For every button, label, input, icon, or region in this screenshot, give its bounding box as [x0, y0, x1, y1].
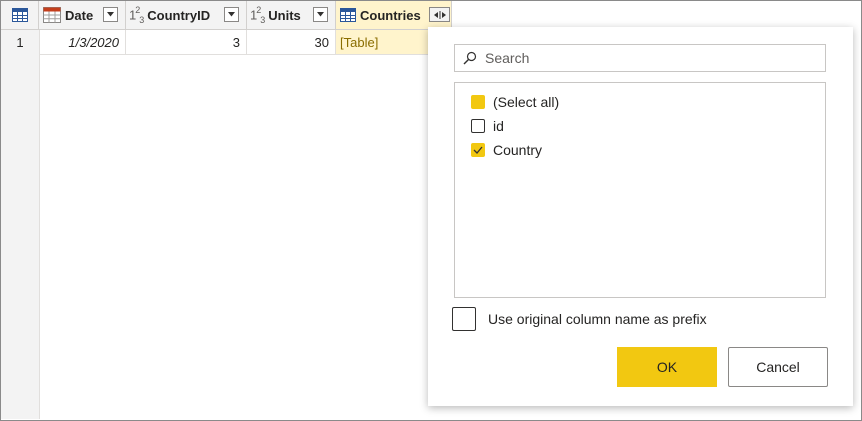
column-list: (Select all) id Country — [454, 82, 826, 298]
chevron-down-icon — [317, 12, 324, 17]
whole-number-icon: 123 — [129, 4, 144, 26]
prefix-option[interactable]: Use original column name as prefix — [452, 306, 707, 332]
table-menu-button[interactable] — [1, 1, 39, 29]
cell-units[interactable]: 30 — [247, 30, 336, 55]
search-box[interactable] — [454, 44, 826, 72]
column-filter-dropdown[interactable] — [103, 7, 118, 22]
list-item-select-all[interactable]: (Select all) — [471, 92, 559, 112]
column-header-units[interactable]: 123 Units — [247, 1, 336, 29]
column-name: Countries — [360, 7, 421, 23]
ok-button[interactable]: OK — [617, 347, 717, 387]
column-name: Units — [268, 7, 301, 23]
column-header-row: Date 123 CountryID 123 Units Countries — [1, 1, 452, 30]
expand-column-button[interactable] — [429, 7, 450, 22]
item-label: (Select all) — [493, 94, 560, 110]
column-header-countries[interactable]: Countries — [336, 1, 452, 29]
calendar-table-icon — [43, 7, 61, 23]
whole-number-icon: 123 — [250, 4, 265, 26]
list-item-id[interactable]: id — [471, 116, 504, 136]
prefix-label: Use original column name as prefix — [488, 311, 707, 327]
column-filter-dropdown[interactable] — [313, 7, 328, 22]
cell-date[interactable]: 1/3/2020 — [39, 30, 126, 55]
table-icon — [11, 8, 28, 22]
row-number-gutter — [1, 1, 40, 419]
item-label: id — [493, 118, 504, 134]
checkbox-checked[interactable] — [471, 143, 485, 157]
chevron-down-icon — [228, 12, 235, 17]
column-name: Date — [65, 7, 94, 23]
search-input[interactable] — [483, 49, 807, 67]
item-label: Country — [493, 142, 543, 158]
column-name: CountryID — [147, 7, 211, 23]
row-number[interactable]: 1 — [1, 30, 39, 55]
table-icon — [340, 8, 356, 22]
checkbox-partial[interactable] — [471, 95, 485, 109]
list-item-country[interactable]: Country — [471, 140, 542, 160]
cell-countryid[interactable]: 3 — [126, 30, 247, 55]
checkmark-icon — [473, 146, 483, 154]
column-header-date[interactable]: Date — [39, 1, 126, 29]
expand-arrows-icon — [433, 10, 446, 19]
cancel-button[interactable]: Cancel — [728, 347, 828, 387]
chevron-down-icon — [107, 12, 114, 17]
column-filter-dropdown[interactable] — [224, 7, 239, 22]
expand-column-popup: (Select all) id Country Use original col… — [428, 27, 853, 406]
prefix-checkbox[interactable] — [452, 307, 476, 331]
column-header-countryid[interactable]: 123 CountryID — [126, 1, 247, 29]
search-icon — [463, 51, 477, 65]
checkbox-unchecked[interactable] — [471, 119, 485, 133]
